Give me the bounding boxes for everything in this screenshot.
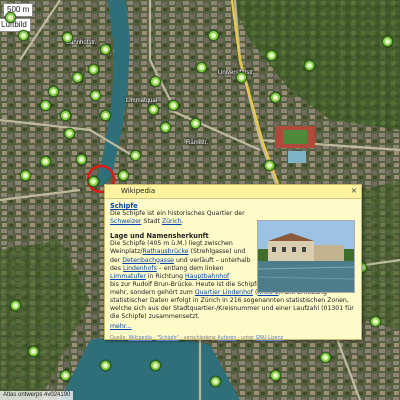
intro-paragraph: Die Schipfe ist ein historisches Quartie… (110, 210, 256, 226)
wikipedia-pin-icon[interactable] (40, 156, 51, 167)
wikipedia-pin-icon[interactable] (90, 90, 101, 101)
wikipedia-pin-icon[interactable] (150, 76, 161, 87)
wikipedia-pin-icon[interactable] (76, 154, 87, 165)
wikipedia-popup: Wikipedia × Schipfe Die Schipfe ist ein … (104, 184, 362, 343)
link-limmatufer[interactable]: Limmatufer (110, 273, 146, 280)
wikipedia-pin-icon[interactable] (40, 100, 51, 111)
wikipedia-pin-icon[interactable] (320, 352, 331, 363)
wikipedia-pin-icon[interactable] (196, 62, 207, 73)
wikipedia-pin-icon[interactable] (48, 86, 59, 97)
wikipedia-pin-icon[interactable] (370, 316, 381, 327)
text: Quelle: (110, 336, 129, 342)
link-zurich[interactable]: Zürich (162, 218, 182, 225)
wikipedia-pin-icon[interactable] (20, 170, 31, 181)
wikipedia-pin-icon[interactable] (64, 128, 75, 139)
wikipedia-pin-icon[interactable] (88, 64, 99, 75)
street-label: Rämistr. (186, 140, 209, 146)
link-authors[interactable]: Autoren (217, 336, 236, 341)
wikipedia-pin-icon[interactable] (130, 150, 141, 161)
article-title-link[interactable]: Schipfe (110, 202, 357, 210)
wikipedia-pin-icon[interactable] (18, 30, 29, 41)
popup-header: Wikipedia (105, 185, 361, 199)
wikipedia-pin-icon[interactable] (88, 176, 99, 187)
map-attribution: Atlas ontwerps 4v024190 (0, 391, 74, 400)
wikipedia-pin-icon[interactable] (264, 160, 275, 171)
wikipedia-pin-icon[interactable] (60, 370, 71, 381)
article-thumbnail[interactable] (257, 220, 355, 293)
wikipedia-pin-icon[interactable] (270, 92, 281, 103)
wikipedia-pin-icon[interactable] (208, 30, 219, 41)
link-article[interactable]: "Schipfe" (157, 336, 179, 341)
wikipedia-pin-icon[interactable] (5, 12, 16, 23)
wikipedia-pin-icon[interactable] (72, 72, 83, 83)
link-wikipedia[interactable]: Wikipedia (129, 336, 152, 341)
link-quartier-lindenhof[interactable]: Quartier Lindenhof (195, 289, 253, 296)
source-footer: Quelle: Wikipedia - "Schipfe" - verschie… (110, 335, 357, 343)
text: – entlang dem linken (156, 264, 224, 272)
text: - unter (236, 336, 256, 342)
wikipedia-pin-icon[interactable] (160, 122, 171, 133)
wikipedia-pin-icon[interactable] (150, 360, 161, 371)
link-detenbachgasse[interactable]: Detenbachgasse (122, 257, 174, 264)
more-link[interactable]: mehr... (110, 323, 357, 331)
wikipedia-pin-icon[interactable] (118, 170, 129, 181)
wikipedia-pin-icon[interactable] (60, 110, 71, 121)
wikipedia-pin-icon[interactable] (210, 376, 221, 387)
wikipedia-pin-icon[interactable] (236, 72, 247, 83)
wikipedia-pin-icon[interactable] (270, 370, 281, 381)
text: in Richtung (145, 272, 185, 280)
text: . (181, 218, 184, 226)
link-gnu-license[interactable]: GNU-Lizenz (256, 336, 284, 341)
wikipedia-pin-icon[interactable] (168, 100, 179, 111)
wikipedia-pin-icon[interactable] (148, 104, 159, 115)
wikipedia-pin-icon[interactable] (304, 60, 315, 71)
location-paragraph: Die Schipfe (405 m ü.M.) liegt zwischen … (110, 240, 256, 280)
wikipedia-pin-icon[interactable] (266, 50, 277, 61)
wikipedia-pin-icon[interactable] (62, 32, 73, 43)
close-icon[interactable]: × (350, 187, 358, 195)
link-schweizer[interactable]: Schweizer (110, 218, 141, 225)
text: Stadt (141, 218, 162, 226)
text: - verschiedene (178, 336, 218, 342)
wikipedia-pin-icon[interactable] (100, 360, 111, 371)
link-lindenhof[interactable]: Lindenhofs (123, 265, 157, 272)
wikipedia-pin-icon[interactable] (10, 300, 21, 311)
wikipedia-pin-icon[interactable] (100, 44, 111, 55)
link-hauptbahnhof[interactable]: Hauptbahnhof (185, 273, 229, 280)
wikipedia-pin-icon[interactable] (28, 346, 39, 357)
link-rathausbruecke[interactable]: Rathausbrücke (142, 248, 188, 255)
wikipedia-pin-icon[interactable] (382, 36, 393, 47)
wikipedia-pin-icon[interactable] (190, 118, 201, 129)
text: Die Schipfe ist ein historisches Quartie… (110, 210, 245, 218)
wikipedia-pin-icon[interactable] (100, 110, 111, 121)
